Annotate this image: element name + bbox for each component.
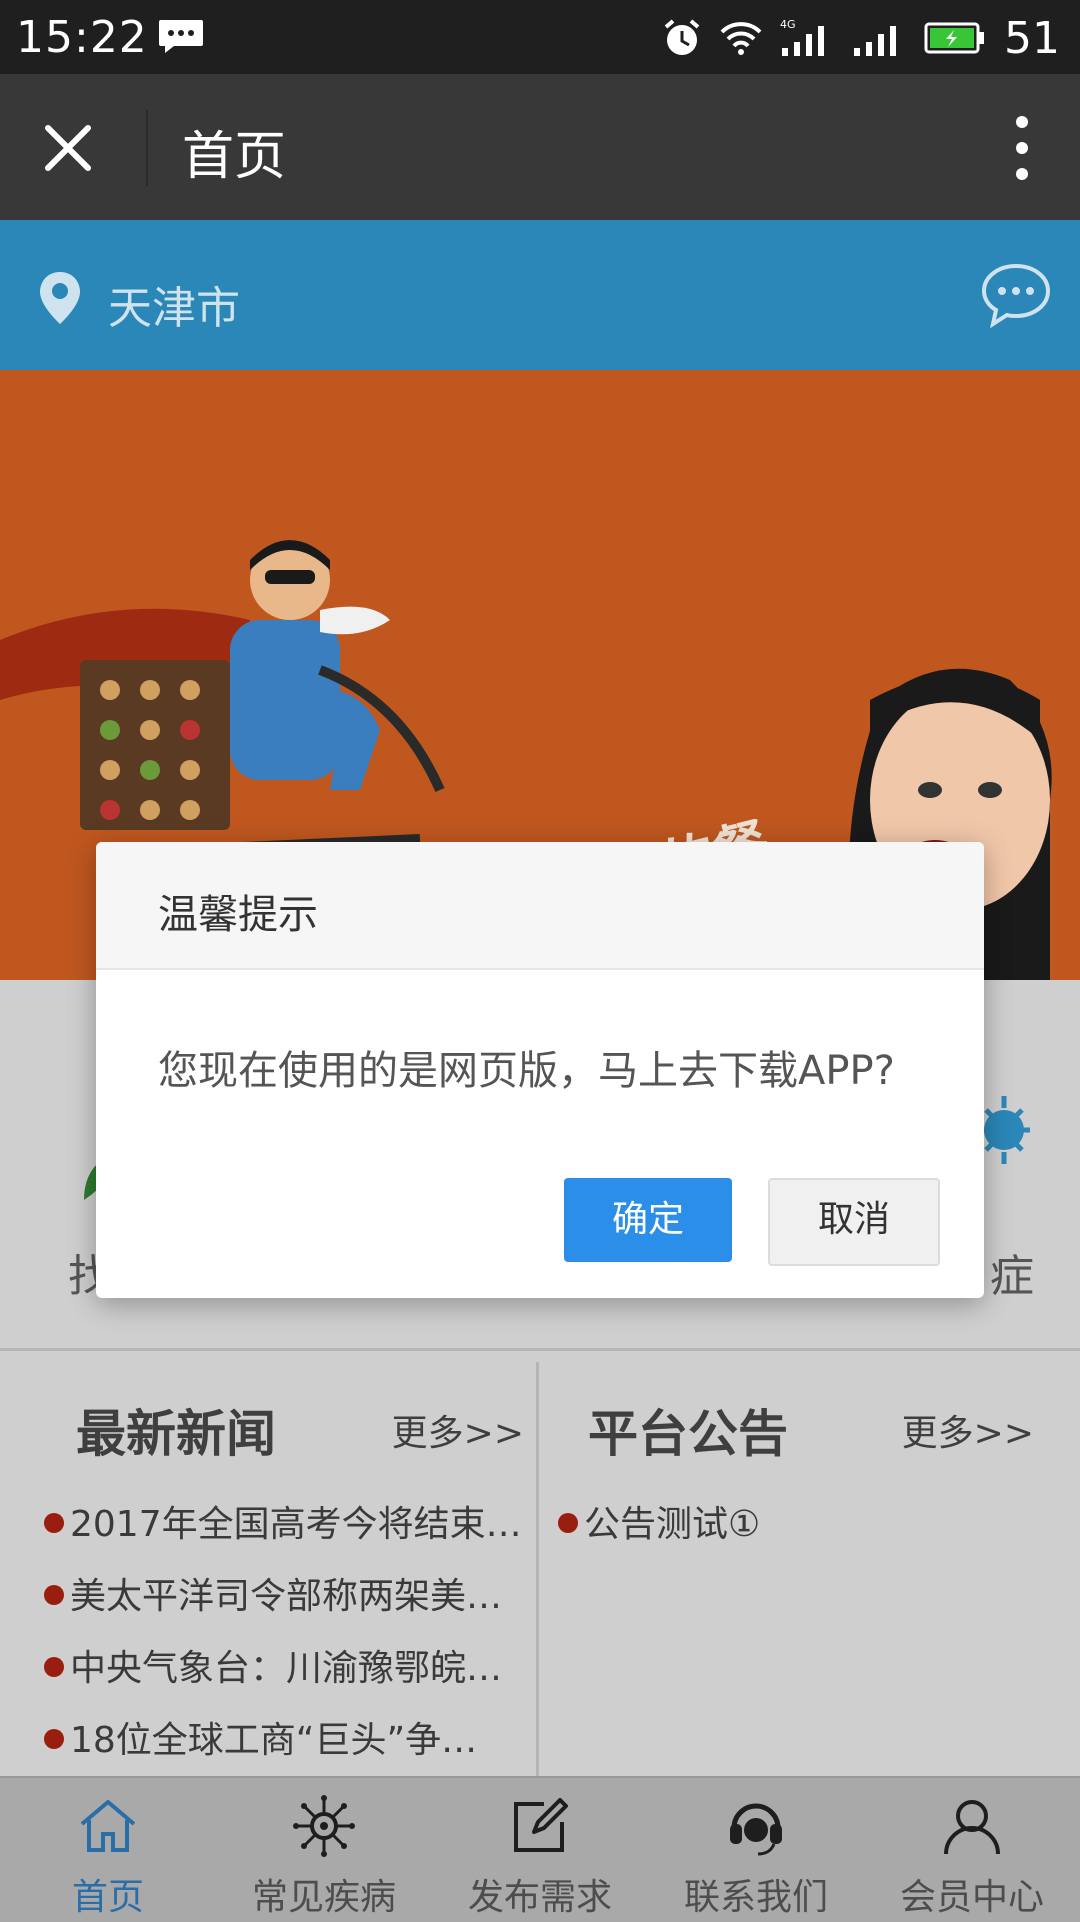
cancel-button[interactable]: 取消 [768,1178,940,1266]
confirm-button[interactable]: 确定 [564,1178,732,1262]
dialog-message: 您现在使用的是网页版，马上去下载APP? [158,1048,895,1094]
download-app-dialog: 温馨提示 您现在使用的是网页版，马上去下载APP? 确定 取消 [96,842,984,1298]
dialog-title: 温馨提示 [158,892,318,938]
